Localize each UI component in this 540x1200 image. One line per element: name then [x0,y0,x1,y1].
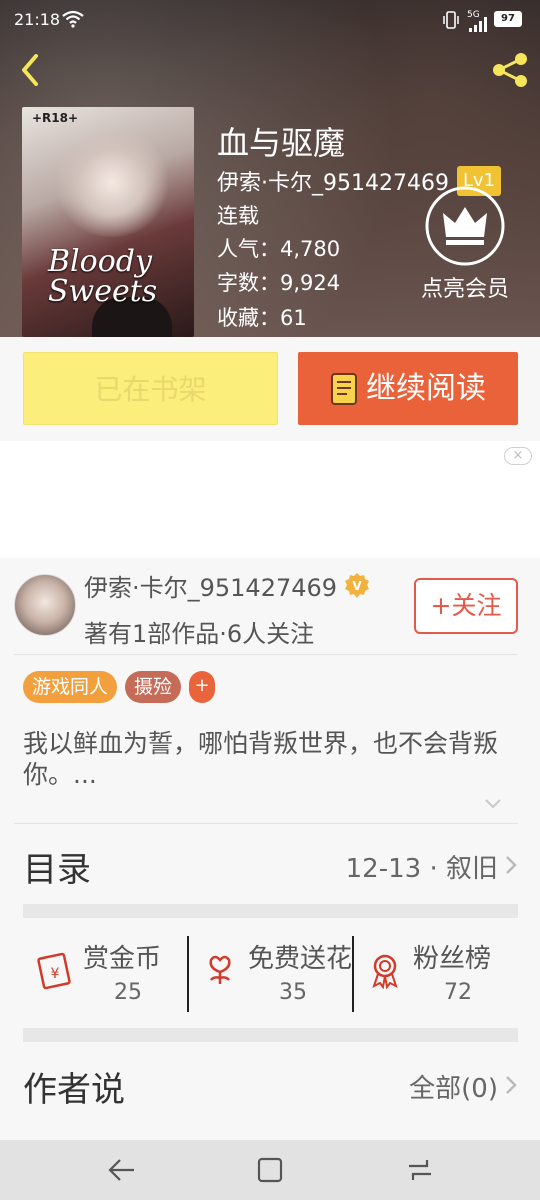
author-name-line[interactable]: 伊索·卡尔_951427469 V [84,568,371,603]
reward-coins-label: 赏金币 [83,944,162,974]
crown-icon [425,186,505,266]
battery-indicator: 97 [494,11,522,27]
status-bar: 21:18 5G 97 [0,0,540,40]
book-word-count: 字数：9,924 [217,271,341,295]
vip-button[interactable]: 点亮会员 [415,185,515,303]
book-intro[interactable]: 我以鲜血为誓，哪怕背叛世界，也不会背叛你。... [23,728,513,790]
flower-icon [209,955,231,984]
avatar[interactable] [14,574,76,636]
book-favorites: 收藏：61 [217,306,307,330]
toc-title: 目录 [23,850,91,890]
action-buttons: 已在书架 继续阅读 [0,337,540,441]
continue-reading-button[interactable]: 继续阅读 [298,352,518,425]
free-flowers-label: 免费送花 [248,944,353,974]
wifi-icon [62,10,84,28]
book-header: 21:18 5G 97 +R18+ Bloody Sweets 血与驱魔 伊索·… [0,0,540,337]
author-says-title: 作者说 [23,1070,125,1110]
tag-embalm[interactable]: 摄殓 [125,671,182,703]
vibrate-icon [443,11,459,29]
book-popularity: 人气：4,780 [217,237,341,261]
author-section: 伊索·卡尔_951427469 V 著有1部作品·6人关注 +关注 游戏同人 摄… [0,558,540,1140]
free-flowers-stat[interactable]: 免费送花 35 [188,918,353,1028]
author-summary: 著有1部作品·6人关注 [84,620,315,648]
latest-chapter: 12-13 · 叙旧 [345,854,498,884]
cover-title-art: Bloody Sweets [48,244,158,309]
on-shelf-button[interactable]: 已在书架 [23,352,278,425]
book-title: 血与驱魔 [217,124,346,162]
nav-back-icon[interactable] [106,1156,136,1184]
continue-reading-label: 继续阅读 [366,371,486,406]
back-icon[interactable] [14,50,46,90]
verified-badge-text: V [352,579,362,593]
system-nav-bar [0,1140,540,1200]
free-flowers-value: 35 [279,980,307,1005]
fan-ranking-stat[interactable]: 粉丝榜 72 [353,918,518,1028]
stats-row: ¥ 赏金币 25 免费送花 35 粉丝榜 72 [23,918,518,1028]
divider [14,823,518,824]
fan-ranking-value: 72 [444,980,472,1005]
chevron-right-icon [506,856,517,874]
cover-figure [52,127,172,237]
chevron-right-icon [506,1076,517,1094]
tag-list: 游戏同人 摄殓 + [23,671,216,703]
author-says-row[interactable]: 作者说 全部(0) [23,1056,518,1116]
share-icon[interactable] [490,50,530,90]
reward-coins-value: 25 [114,980,142,1005]
section-separator [23,1028,518,1042]
book-status: 连载 [217,204,259,228]
ad-banner[interactable]: × [0,441,540,558]
vip-label: 点亮会员 [420,277,509,302]
follow-button[interactable]: +关注 [414,578,518,634]
chevron-down-icon[interactable] [484,798,502,810]
fan-ranking-label: 粉丝榜 [413,944,492,974]
book-icon [331,372,357,405]
section-separator [23,904,518,918]
add-tag-button[interactable]: + [189,671,216,703]
nav-recent-apps-icon[interactable] [405,1156,435,1184]
verified-icon: V [345,572,370,598]
author-says-count: 全部(0) [409,1074,498,1104]
cover-rating-tag: +R18+ [32,111,79,125]
divider [14,654,518,655]
red-envelope-icon: ¥ [37,952,71,990]
nav-home-icon[interactable] [256,1156,284,1184]
signal-icon [469,17,487,32]
ad-close-button[interactable]: × [504,447,532,465]
book-cover[interactable]: +R18+ Bloody Sweets [22,107,194,337]
author-name[interactable]: 伊索·卡尔_951427469 [84,568,337,603]
reward-coins-stat[interactable]: ¥ 赏金币 25 [23,918,188,1028]
svg-text:¥: ¥ [51,966,60,982]
table-of-contents-row[interactable]: 目录 12-13 · 叙旧 [23,836,518,896]
tag-game-fanfic[interactable]: 游戏同人 [23,671,118,703]
status-time: 21:18 [14,10,61,29]
ribbon-medal-icon [372,954,398,990]
